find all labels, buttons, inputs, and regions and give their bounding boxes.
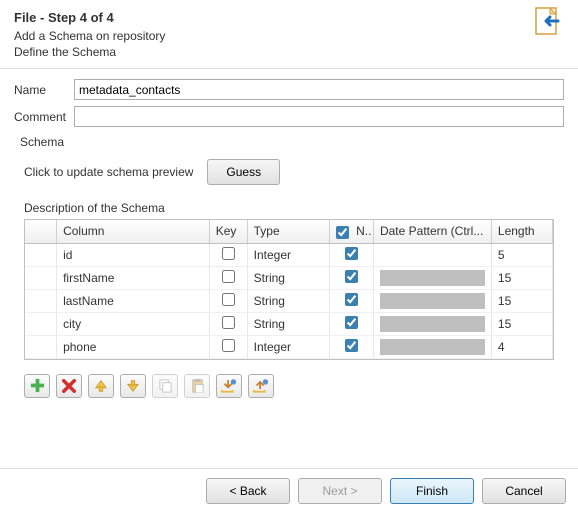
header-length[interactable]: Length xyxy=(491,220,552,243)
move-down-button[interactable] xyxy=(120,374,146,398)
export-button[interactable] xyxy=(248,374,274,398)
cell-date[interactable] xyxy=(373,312,491,335)
cell-type[interactable]: String xyxy=(247,289,329,312)
name-label: Name xyxy=(14,83,74,97)
back-button[interactable]: < Back xyxy=(206,478,290,504)
comment-label: Comment xyxy=(14,110,74,124)
cell-column[interactable]: lastName xyxy=(57,289,210,312)
remove-button[interactable] xyxy=(56,374,82,398)
cell-date[interactable] xyxy=(373,266,491,289)
cell-null-checkbox[interactable] xyxy=(345,293,358,306)
cell-null-checkbox[interactable] xyxy=(345,339,358,352)
cell-column[interactable]: phone xyxy=(57,335,210,358)
cell-length[interactable]: 15 xyxy=(491,266,552,289)
cell-key-checkbox[interactable] xyxy=(222,293,235,306)
header-date[interactable]: Date Pattern (Ctrl... xyxy=(373,220,491,243)
cell-date[interactable] xyxy=(373,289,491,312)
finish-button[interactable]: Finish xyxy=(390,478,474,504)
banner-subtitle: Add a Schema on repository Define the Sc… xyxy=(14,29,564,60)
cell-type[interactable]: Integer xyxy=(247,243,329,266)
cell-length[interactable]: 5 xyxy=(491,243,552,266)
header-null-checkbox[interactable] xyxy=(336,226,349,239)
copy-button[interactable] xyxy=(152,374,178,398)
table-row[interactable]: lastName String 15 xyxy=(25,289,553,312)
schema-group-title: Schema xyxy=(16,135,68,149)
header-key[interactable]: Key xyxy=(209,220,247,243)
cell-key-checkbox[interactable] xyxy=(222,247,235,260)
move-up-button[interactable] xyxy=(88,374,114,398)
guess-button[interactable]: Guess xyxy=(207,159,280,185)
wizard-banner: File - Step 4 of 4 Add a Schema on repos… xyxy=(0,0,578,69)
header-column[interactable]: Column xyxy=(57,220,210,243)
wizard-footer: < Back Next > Finish Cancel xyxy=(0,468,578,512)
name-input[interactable] xyxy=(74,79,564,100)
add-button[interactable] xyxy=(24,374,50,398)
cell-length[interactable]: 15 xyxy=(491,289,552,312)
cell-length[interactable]: 15 xyxy=(491,312,552,335)
cell-null-checkbox[interactable] xyxy=(345,316,358,329)
cell-type[interactable]: Integer xyxy=(247,335,329,358)
form-section: Name Comment xyxy=(0,69,578,143)
cell-column[interactable]: firstName xyxy=(57,266,210,289)
banner-title: File - Step 4 of 4 xyxy=(14,10,564,25)
cell-column[interactable]: id xyxy=(57,243,210,266)
header-null[interactable]: N.. xyxy=(329,220,373,243)
cell-date[interactable] xyxy=(373,243,491,266)
table-row[interactable]: city String 15 xyxy=(25,312,553,335)
table-row[interactable]: phone Integer 4 xyxy=(25,335,553,358)
schema-group: Schema Click to update schema preview Gu… xyxy=(6,143,572,405)
cell-length[interactable]: 4 xyxy=(491,335,552,358)
import-button[interactable] xyxy=(216,374,242,398)
schema-description-label: Description of the Schema xyxy=(24,201,564,215)
header-tree xyxy=(25,220,57,243)
schema-toolbar xyxy=(24,374,564,398)
next-button[interactable]: Next > xyxy=(298,478,382,504)
schema-table: Column Key Type N.. Date Pattern (Ctrl..… xyxy=(24,219,554,359)
wizard-file-icon xyxy=(528,6,564,45)
cell-null-checkbox[interactable] xyxy=(345,247,358,260)
table-row[interactable]: firstName String 15 xyxy=(25,266,553,289)
comment-input[interactable] xyxy=(74,106,564,127)
cell-key-checkbox[interactable] xyxy=(222,316,235,329)
cell-null-checkbox[interactable] xyxy=(345,270,358,283)
cell-date[interactable] xyxy=(373,335,491,358)
cell-key-checkbox[interactable] xyxy=(222,339,235,352)
cell-type[interactable]: String xyxy=(247,312,329,335)
table-row[interactable]: id Integer 5 xyxy=(25,243,553,266)
cell-type[interactable]: String xyxy=(247,266,329,289)
cell-column[interactable]: city xyxy=(57,312,210,335)
cancel-button[interactable]: Cancel xyxy=(482,478,566,504)
header-type[interactable]: Type xyxy=(247,220,329,243)
cell-key-checkbox[interactable] xyxy=(222,270,235,283)
paste-button[interactable] xyxy=(184,374,210,398)
update-preview-label: Click to update schema preview xyxy=(24,165,193,179)
